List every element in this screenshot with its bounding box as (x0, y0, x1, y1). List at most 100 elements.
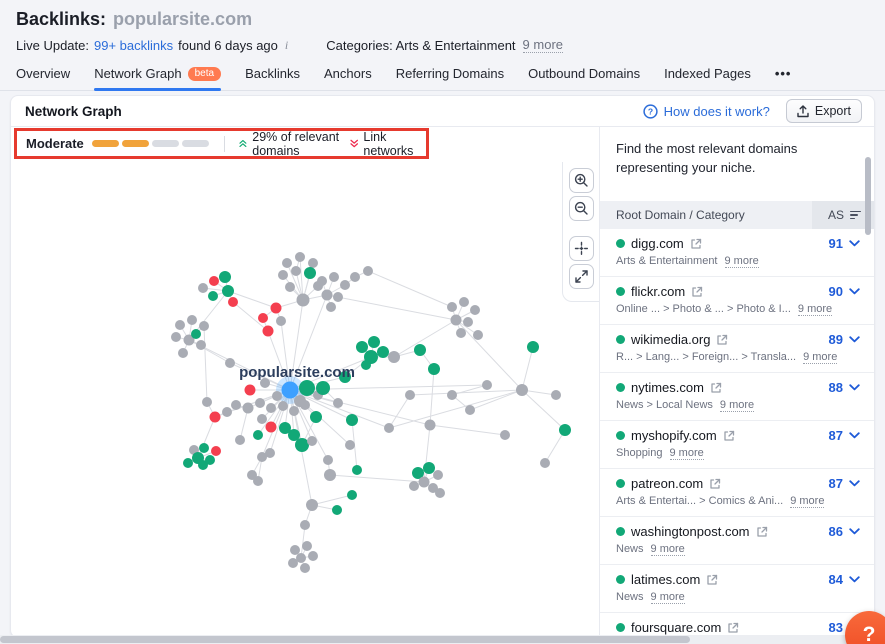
network-graph-svg[interactable]: popularsite.com (11, 162, 599, 638)
graph-node[interactable] (500, 430, 510, 440)
graph-node[interactable] (340, 280, 350, 290)
categories-more-link[interactable]: 9 more (523, 37, 563, 53)
graph-node[interactable] (297, 294, 310, 307)
horizontal-scrollbar-thumb[interactable] (0, 636, 690, 643)
categories-more-link[interactable]: 9 more (720, 399, 754, 412)
external-link-icon[interactable] (706, 574, 718, 586)
external-link-icon[interactable] (727, 622, 739, 634)
graph-node[interactable] (447, 390, 457, 400)
graph-node[interactable] (295, 252, 305, 262)
graph-node[interactable] (435, 488, 445, 498)
graph-node[interactable] (363, 266, 373, 276)
graph-node[interactable] (198, 283, 208, 293)
graph-node[interactable] (345, 440, 355, 450)
graph-node[interactable] (255, 398, 265, 408)
graph-node[interactable] (527, 341, 539, 353)
domain-row[interactable]: latimes.com84News9 more (600, 565, 874, 613)
graph-node[interactable] (288, 558, 298, 568)
tab-anchors[interactable]: Anchors (324, 66, 372, 90)
graph-node[interactable] (228, 297, 238, 307)
graph-node[interactable] (465, 405, 475, 415)
graph-node[interactable] (278, 270, 288, 280)
domain-row[interactable]: nytimes.com88News > Local News9 more (600, 373, 874, 421)
graph-node[interactable] (425, 420, 436, 431)
graph-node[interactable] (451, 315, 462, 326)
categories-more-link[interactable]: 9 more (670, 447, 704, 460)
graph-node[interactable] (347, 490, 357, 500)
graph-node[interactable] (310, 411, 322, 423)
score-expander[interactable]: 89 (829, 332, 860, 347)
graph-node[interactable] (559, 424, 571, 436)
domain-link[interactable]: wikimedia.org (631, 332, 710, 347)
zoom-in-button[interactable] (569, 168, 594, 193)
domain-row[interactable]: washingtonpost.com86News9 more (600, 517, 874, 565)
domain-row[interactable]: wikimedia.org89R... > Lang... > Foreign.… (600, 325, 874, 373)
horizontal-scrollbar-track[interactable] (0, 635, 885, 644)
graph-node[interactable] (300, 400, 310, 410)
graph-node[interactable] (258, 313, 268, 323)
how-does-it-work-link[interactable]: ? How does it work? (643, 104, 770, 119)
graph-node[interactable] (282, 258, 292, 268)
external-link-icon[interactable] (710, 382, 722, 394)
center-graph-button[interactable] (569, 236, 594, 261)
graph-node[interactable] (285, 282, 295, 292)
domain-link[interactable]: myshopify.com (631, 428, 717, 443)
domain-row[interactable]: digg.com91Arts & Entertainment9 more (600, 229, 874, 277)
domain-link[interactable]: nytimes.com (631, 380, 704, 395)
graph-node[interactable] (423, 462, 435, 474)
graph-node[interactable] (405, 390, 415, 400)
graph-node[interactable] (332, 505, 342, 515)
graph-node[interactable] (300, 563, 310, 573)
score-expander[interactable]: 91 (829, 236, 860, 251)
graph-node[interactable] (333, 398, 343, 408)
graph-node[interactable] (191, 329, 201, 339)
graph-node[interactable] (346, 414, 358, 426)
graph-node[interactable] (350, 272, 360, 282)
graph-node[interactable] (183, 458, 193, 468)
graph-node[interactable] (540, 458, 550, 468)
graph-node[interactable] (211, 446, 221, 456)
external-link-icon[interactable] (723, 430, 735, 442)
score-expander[interactable]: 87 (829, 476, 860, 491)
graph-node[interactable] (205, 455, 215, 465)
graph-node[interactable] (253, 476, 263, 486)
graph-node[interactable] (329, 272, 339, 282)
domain-link[interactable]: flickr.com (631, 284, 685, 299)
graph-node[interactable] (196, 340, 206, 350)
graph-node[interactable] (199, 443, 209, 453)
categories-more-link[interactable]: 9 more (798, 303, 832, 316)
graph-node[interactable] (324, 469, 336, 481)
graph-node[interactable] (377, 346, 389, 358)
external-link-icon[interactable] (690, 238, 702, 250)
graph-node[interactable] (482, 380, 492, 390)
list-scrollbar[interactable] (865, 157, 871, 235)
domain-row[interactable]: flickr.com90Online ... > Photo & ... > P… (600, 277, 874, 325)
graph-node[interactable] (308, 551, 318, 561)
graph-node[interactable] (473, 330, 483, 340)
graph-node[interactable] (222, 407, 232, 417)
zoom-out-button[interactable] (569, 196, 594, 221)
graph-node[interactable] (304, 267, 316, 279)
graph-node[interactable] (266, 403, 276, 413)
graph-node[interactable] (419, 477, 430, 488)
graph-node[interactable] (308, 258, 318, 268)
tab-indexed-pages[interactable]: Indexed Pages (664, 66, 751, 90)
graph-node[interactable] (178, 348, 188, 358)
graph-node[interactable] (316, 381, 330, 395)
categories-more-link[interactable]: 9 more (803, 351, 837, 364)
center-domain-node[interactable] (282, 382, 299, 399)
score-expander[interactable]: 90 (829, 284, 860, 299)
graph-node[interactable] (384, 423, 394, 433)
fullscreen-button[interactable] (569, 264, 594, 289)
graph-node[interactable] (414, 344, 426, 356)
backlinks-count-link[interactable]: 99+ backlinks (94, 38, 173, 53)
graph-node[interactable] (208, 291, 218, 301)
score-expander[interactable]: 88 (829, 380, 860, 395)
domain-link[interactable]: foursquare.com (631, 620, 721, 635)
domain-row[interactable]: myshopify.com87Shopping9 more (600, 421, 874, 469)
graph-node[interactable] (276, 316, 286, 326)
export-button[interactable]: Export (786, 99, 862, 123)
graph-node[interactable] (243, 403, 254, 414)
graph-node[interactable] (317, 276, 327, 286)
score-expander[interactable]: 86 (829, 524, 860, 539)
